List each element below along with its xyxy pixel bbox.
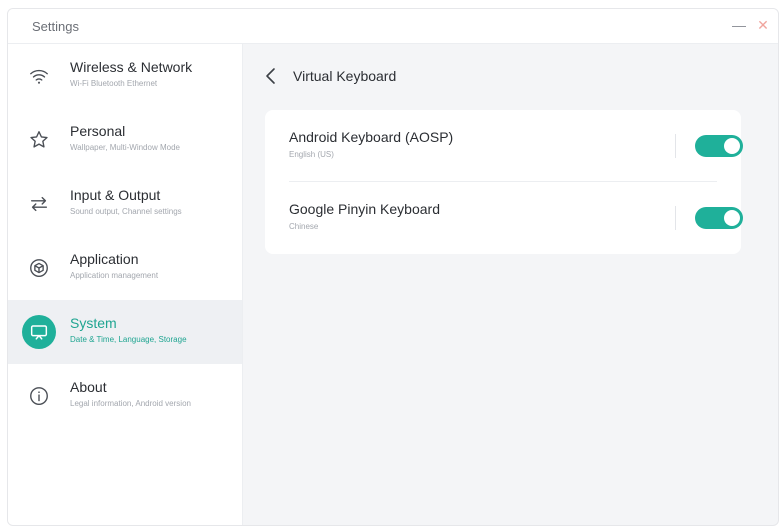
sidebar-item-label: Personal xyxy=(70,123,126,139)
sidebar-item-about[interactable]: About Legal information, Android version xyxy=(8,364,242,428)
close-button[interactable]: ✕ xyxy=(754,16,772,34)
cube-icon xyxy=(22,251,56,285)
sidebar-item-input-output[interactable]: Input & Output Sound output, Channel set… xyxy=(8,172,242,236)
sidebar-item-label: About xyxy=(70,379,107,395)
sidebar-item-system[interactable]: System Date & Time, Language, Storage xyxy=(8,300,242,364)
chevron-left-icon xyxy=(266,68,275,84)
info-icon xyxy=(22,379,56,413)
page-title: Virtual Keyboard xyxy=(293,68,397,84)
app-title: Settings xyxy=(32,19,79,34)
title-bar: Settings — ✕ xyxy=(8,9,778,44)
toggle-knob xyxy=(724,138,740,154)
settings-window: Settings — ✕ Wireless & Network Wi-Fi Bl… xyxy=(7,8,779,526)
sidebar: Wireless & Network Wi-Fi Bluetooth Ether… xyxy=(8,44,243,525)
sidebar-item-label: Wireless & Network xyxy=(70,59,193,75)
keyboard-list-card: Android Keyboard (AOSP) English (US) Goo… xyxy=(265,110,743,254)
keyboard-row-pinyin: Google Pinyin Keyboard Chinese xyxy=(265,182,743,254)
toggle-knob xyxy=(724,210,740,226)
sidebar-item-subtitle: Date & Time, Language, Storage xyxy=(70,335,187,344)
swap-arrows-icon xyxy=(22,187,56,221)
sidebar-item-subtitle: Wi-Fi Bluetooth Ethernet xyxy=(70,79,158,88)
sidebar-item-personal[interactable]: Personal Wallpaper, Multi-Window Mode xyxy=(8,108,242,172)
sidebar-item-wireless-network[interactable]: Wireless & Network Wi-Fi Bluetooth Ether… xyxy=(8,44,242,108)
sidebar-item-subtitle: Sound output, Channel settings xyxy=(70,207,182,216)
row-separator xyxy=(675,134,676,158)
star-icon xyxy=(22,123,56,157)
row-separator xyxy=(675,206,676,230)
content-panel: Virtual Keyboard Android Keyboard (AOSP)… xyxy=(243,44,778,525)
minimize-button[interactable]: — xyxy=(730,16,748,34)
sidebar-item-application[interactable]: Application Application management xyxy=(8,236,242,300)
sidebar-item-subtitle: Legal information, Android version xyxy=(70,399,191,408)
aosp-keyboard-toggle[interactable] xyxy=(695,135,743,157)
back-button[interactable] xyxy=(263,66,279,86)
sidebar-item-subtitle: Wallpaper, Multi-Window Mode xyxy=(70,143,180,152)
keyboard-name: Google Pinyin Keyboard xyxy=(289,201,440,217)
keyboard-name: Android Keyboard (AOSP) xyxy=(289,129,454,145)
wifi-icon xyxy=(22,59,56,93)
keyboard-row-aosp: Android Keyboard (AOSP) English (US) xyxy=(265,110,743,182)
pinyin-keyboard-toggle[interactable] xyxy=(695,207,743,229)
sidebar-item-subtitle: Application management xyxy=(70,271,159,280)
monitor-icon xyxy=(22,315,56,349)
sidebar-item-label: Application xyxy=(70,251,139,267)
sidebar-item-label: System xyxy=(70,315,117,331)
keyboard-language: Chinese xyxy=(289,222,319,231)
keyboard-language: English (US) xyxy=(289,150,334,159)
sidebar-item-label: Input & Output xyxy=(70,187,161,203)
